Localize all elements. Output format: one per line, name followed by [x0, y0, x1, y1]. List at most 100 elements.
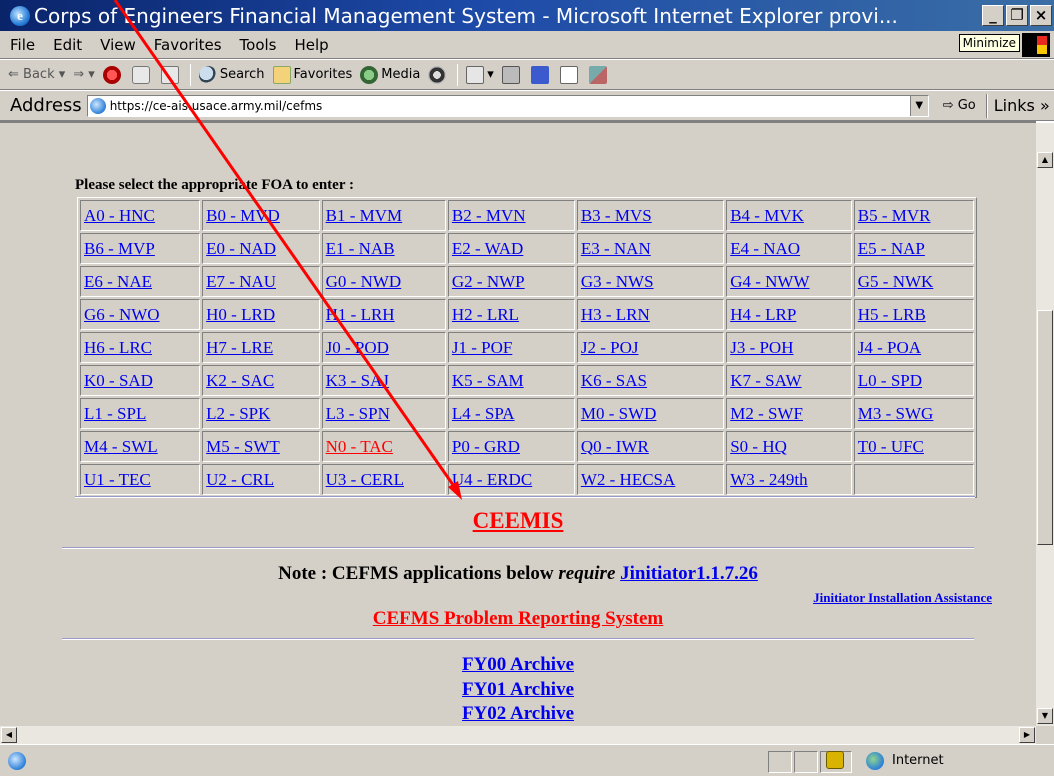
foa-link[interactable]: H1 - LRH — [326, 305, 395, 324]
back-button[interactable]: ⇐ Back ▾ — [8, 67, 65, 82]
foa-link[interactable]: M3 - SWG — [858, 404, 934, 423]
foa-link[interactable]: K6 - SAS — [581, 371, 647, 390]
scroll-right-button[interactable]: ▶ — [1019, 727, 1035, 743]
search-button[interactable]: Search — [198, 65, 265, 84]
fy02-archive-link[interactable]: FY02 Archive — [462, 703, 574, 724]
foa-link[interactable]: U4 - ERDC — [452, 470, 532, 489]
foa-link[interactable]: L2 - SPK — [206, 404, 270, 423]
foa-link[interactable]: J3 - POH — [730, 338, 793, 357]
foa-link[interactable]: B2 - MVN — [452, 206, 526, 225]
foa-link[interactable]: U1 - TEC — [84, 470, 151, 489]
media-button[interactable]: Media — [360, 65, 420, 84]
foa-link[interactable]: E3 - NAN — [581, 239, 651, 258]
foa-link[interactable]: M2 - SWF — [730, 404, 803, 423]
foa-link[interactable]: K5 - SAM — [452, 371, 524, 390]
restore-button[interactable]: ❐ — [1006, 5, 1028, 26]
foa-link[interactable]: U3 - CERL — [326, 470, 404, 489]
foa-link[interactable]: N0 - TAC — [326, 437, 393, 456]
discuss-button[interactable] — [559, 65, 581, 84]
menu-favorites[interactable]: Favorites — [154, 36, 222, 54]
foa-link[interactable]: E7 - NAU — [206, 272, 276, 291]
foa-link[interactable]: B1 - MVM — [326, 206, 403, 225]
vertical-scroll-thumb[interactable] — [1037, 310, 1053, 545]
foa-link[interactable]: A0 - HNC — [84, 206, 155, 225]
print-button[interactable] — [501, 65, 523, 84]
messenger-button[interactable] — [588, 65, 610, 84]
foa-link[interactable]: H3 - LRN — [581, 305, 650, 324]
foa-link[interactable]: G6 - NWO — [84, 305, 160, 324]
foa-link[interactable]: B5 - MVR — [858, 206, 931, 225]
foa-link[interactable]: W3 - 249th — [730, 470, 807, 489]
foa-link[interactable]: G4 - NWW — [730, 272, 809, 291]
foa-link[interactable]: B4 - MVK — [730, 206, 804, 225]
foa-link[interactable]: M0 - SWD — [581, 404, 657, 423]
foa-link[interactable]: E4 - NAO — [730, 239, 800, 258]
address-field[interactable]: ▼ — [86, 94, 929, 117]
foa-link[interactable]: B3 - MVS — [581, 206, 652, 225]
jinitiator-assistance-link[interactable]: Jinitiator Installation Assistance — [813, 590, 992, 605]
foa-link[interactable]: K7 - SAW — [730, 371, 801, 390]
foa-link[interactable]: G5 - NWK — [858, 272, 934, 291]
foa-link[interactable]: J0 - POD — [326, 338, 389, 357]
foa-link[interactable]: J1 - POF — [452, 338, 512, 357]
foa-link[interactable]: G3 - NWS — [581, 272, 654, 291]
edit-button[interactable] — [530, 65, 552, 84]
foa-link[interactable]: B0 - MVD — [206, 206, 280, 225]
mail-button[interactable]: ▾ — [466, 65, 494, 84]
stop-button[interactable] — [102, 65, 124, 84]
fy00-archive-link[interactable]: FY00 Archive — [462, 654, 574, 675]
history-button[interactable] — [428, 65, 449, 84]
fy01-archive-link[interactable]: FY01 Archive — [462, 679, 574, 700]
refresh-button[interactable] — [131, 65, 153, 84]
links-button[interactable]: Links » — [994, 96, 1050, 115]
go-button[interactable]: ⇨ Go — [943, 98, 976, 113]
foa-link[interactable]: B6 - MVP — [84, 239, 155, 258]
foa-link[interactable]: E5 - NAP — [858, 239, 925, 258]
foa-link[interactable]: Q0 - IWR — [581, 437, 649, 456]
foa-link[interactable]: K0 - SAD — [84, 371, 153, 390]
foa-link[interactable]: G0 - NWD — [326, 272, 402, 291]
foa-link[interactable]: M4 - SWL — [84, 437, 158, 456]
scroll-left-button[interactable]: ◀ — [1, 727, 17, 743]
favorites-button[interactable]: Favorites — [272, 65, 352, 84]
foa-link[interactable]: H6 - LRC — [84, 338, 152, 357]
foa-link[interactable]: E0 - NAD — [206, 239, 276, 258]
foa-link[interactable]: H4 - LRP — [730, 305, 796, 324]
foa-link[interactable]: L1 - SPL — [84, 404, 146, 423]
foa-link[interactable]: K3 - SAJ — [326, 371, 389, 390]
foa-link[interactable]: H2 - LRL — [452, 305, 519, 324]
foa-link[interactable]: K2 - SAC — [206, 371, 274, 390]
foa-link[interactable]: L4 - SPA — [452, 404, 515, 423]
menu-file[interactable]: File — [10, 36, 35, 54]
jinitiator-link[interactable]: Jinitiator1.1.7.26 — [620, 563, 758, 584]
close-button[interactable]: × — [1030, 5, 1052, 26]
foa-link[interactable]: M5 - SWT — [206, 437, 280, 456]
scroll-down-button[interactable]: ▼ — [1037, 708, 1053, 724]
foa-link[interactable]: G2 - NWP — [452, 272, 525, 291]
foa-link[interactable]: T0 - UFC — [858, 437, 924, 456]
foa-link[interactable]: S0 - HQ — [730, 437, 787, 456]
menu-help[interactable]: Help — [295, 36, 329, 54]
foa-link[interactable]: P0 - GRD — [452, 437, 520, 456]
menu-edit[interactable]: Edit — [53, 36, 82, 54]
foa-link[interactable]: E6 - NAE — [84, 272, 152, 291]
foa-link[interactable]: J4 - POA — [858, 338, 921, 357]
foa-link[interactable]: E2 - WAD — [452, 239, 523, 258]
foa-link[interactable]: E1 - NAB — [326, 239, 395, 258]
address-dropdown-button[interactable]: ▼ — [909, 95, 928, 116]
minimize-button[interactable]: _ — [982, 5, 1004, 26]
foa-link[interactable]: L0 - SPD — [858, 371, 922, 390]
address-input[interactable] — [109, 98, 900, 113]
foa-link[interactable]: L3 - SPN — [326, 404, 390, 423]
menu-tools[interactable]: Tools — [240, 36, 277, 54]
problem-reporting-link[interactable]: CEFMS Problem Reporting System — [373, 608, 663, 629]
foa-link[interactable]: U2 - CRL — [206, 470, 274, 489]
ceemis-link[interactable]: CEEMIS — [473, 508, 564, 533]
home-button[interactable] — [160, 65, 182, 84]
foa-link[interactable]: J2 - POJ — [581, 338, 639, 357]
horizontal-scrollbar[interactable] — [0, 726, 1036, 744]
foa-link[interactable]: H7 - LRE — [206, 338, 273, 357]
foa-link[interactable]: W2 - HECSA — [581, 470, 675, 489]
scroll-up-button[interactable]: ▲ — [1037, 152, 1053, 168]
menu-view[interactable]: View — [100, 36, 136, 54]
